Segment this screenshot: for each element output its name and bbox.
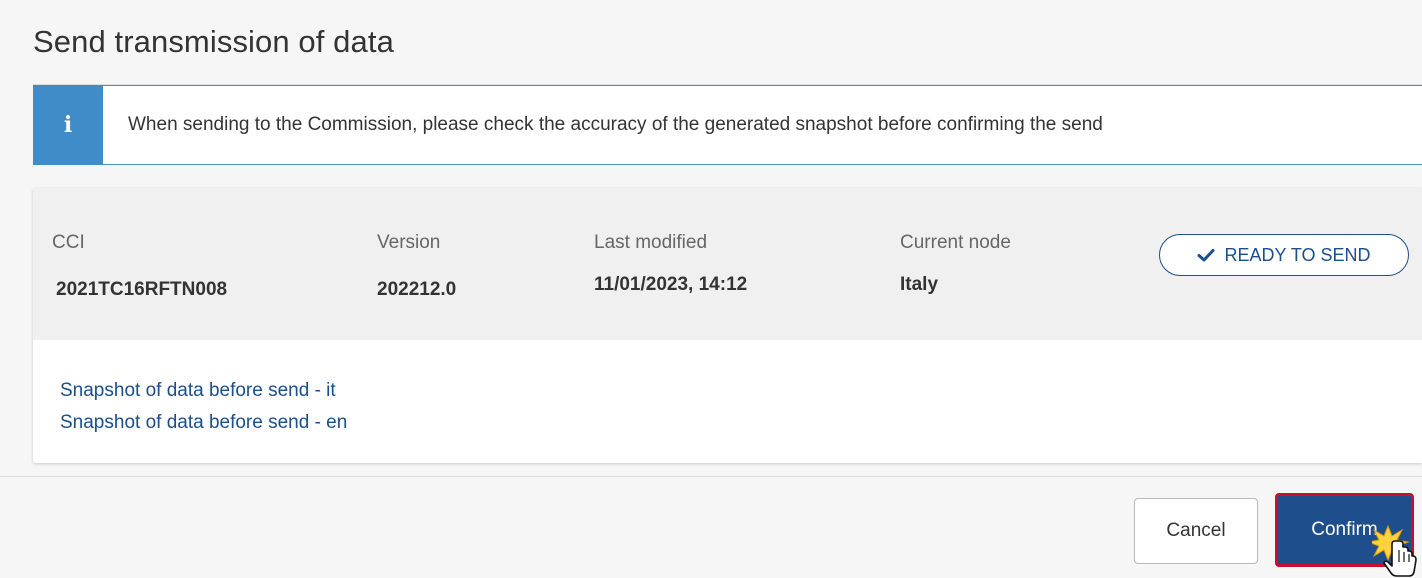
snapshot-link-it[interactable]: Snapshot of data before send - it xyxy=(60,380,336,402)
cancel-button[interactable]: Cancel xyxy=(1134,498,1258,564)
version-label: Version xyxy=(377,232,441,253)
snapshot-link-en[interactable]: Snapshot of data before send - en xyxy=(60,412,347,434)
current-node-label: Current node xyxy=(900,232,1011,253)
footer-divider xyxy=(0,476,1422,477)
confirm-button[interactable]: Confirm xyxy=(1275,493,1414,567)
details-header: CCI 2021TC16RFTN008 Version 202212.0 Las… xyxy=(33,188,1422,340)
transmission-details-card: CCI 2021TC16RFTN008 Version 202212.0 Las… xyxy=(33,188,1422,463)
last-modified-label: Last modified xyxy=(594,232,708,253)
info-alert: i When sending to the Commission, please… xyxy=(33,85,1422,165)
status-badge-label: READY TO SEND xyxy=(1224,244,1371,265)
current-node-value: Italy xyxy=(900,274,939,295)
info-icon-box: i xyxy=(33,85,103,165)
status-badge: READY TO SEND xyxy=(1159,234,1409,276)
check-icon xyxy=(1197,249,1215,262)
info-icon: i xyxy=(63,112,73,138)
cci-value: 2021TC16RFTN008 xyxy=(56,279,228,300)
last-modified-value: 11/01/2023, 14:12 xyxy=(594,274,748,295)
cci-label: CCI xyxy=(52,232,85,253)
info-alert-text: When sending to the Commission, please c… xyxy=(128,114,1103,135)
send-transmission-dialog: Send transmission of data i When sending… xyxy=(0,0,1422,578)
dialog-title: Send transmission of data xyxy=(33,24,394,59)
version-value: 202212.0 xyxy=(377,279,457,300)
